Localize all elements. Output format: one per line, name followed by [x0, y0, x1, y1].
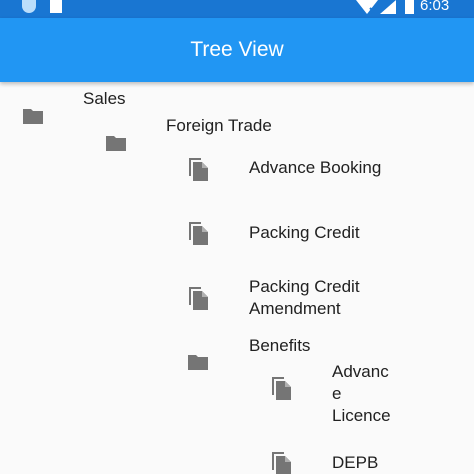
file-copy-icon	[272, 377, 291, 400]
folder-icon	[106, 136, 126, 151]
app-bar: Tree View	[0, 18, 474, 82]
folder-icon	[188, 355, 208, 370]
circle-icon	[22, 0, 36, 13]
folder-icon	[23, 109, 43, 124]
status-bar: 6:03	[0, 0, 474, 18]
tree-node-label: Packing Credit	[249, 223, 360, 242]
wifi-off-icon	[356, 0, 378, 14]
file-copy-icon	[189, 287, 208, 310]
tree-node-label: Benefits	[249, 336, 311, 355]
signal-icon	[380, 0, 396, 14]
tree-node-label: DEPB	[332, 453, 379, 472]
tree-node-label: Packing Credit Amendment	[249, 277, 360, 318]
tree-node-label: Sales	[83, 89, 126, 108]
tree-node-label: Advanc e Licence	[332, 362, 391, 425]
battery-icon	[405, 0, 414, 14]
tree-node-label: Advance Booking	[249, 158, 382, 177]
file-copy-icon	[189, 222, 208, 245]
status-time: 6:03	[420, 0, 450, 14]
sd-card-icon	[50, 0, 62, 13]
tree-node-label: Foreign Trade	[166, 116, 272, 135]
file-copy-icon	[272, 452, 291, 474]
page-title: Tree View	[190, 38, 284, 61]
file-copy-icon	[189, 158, 208, 181]
